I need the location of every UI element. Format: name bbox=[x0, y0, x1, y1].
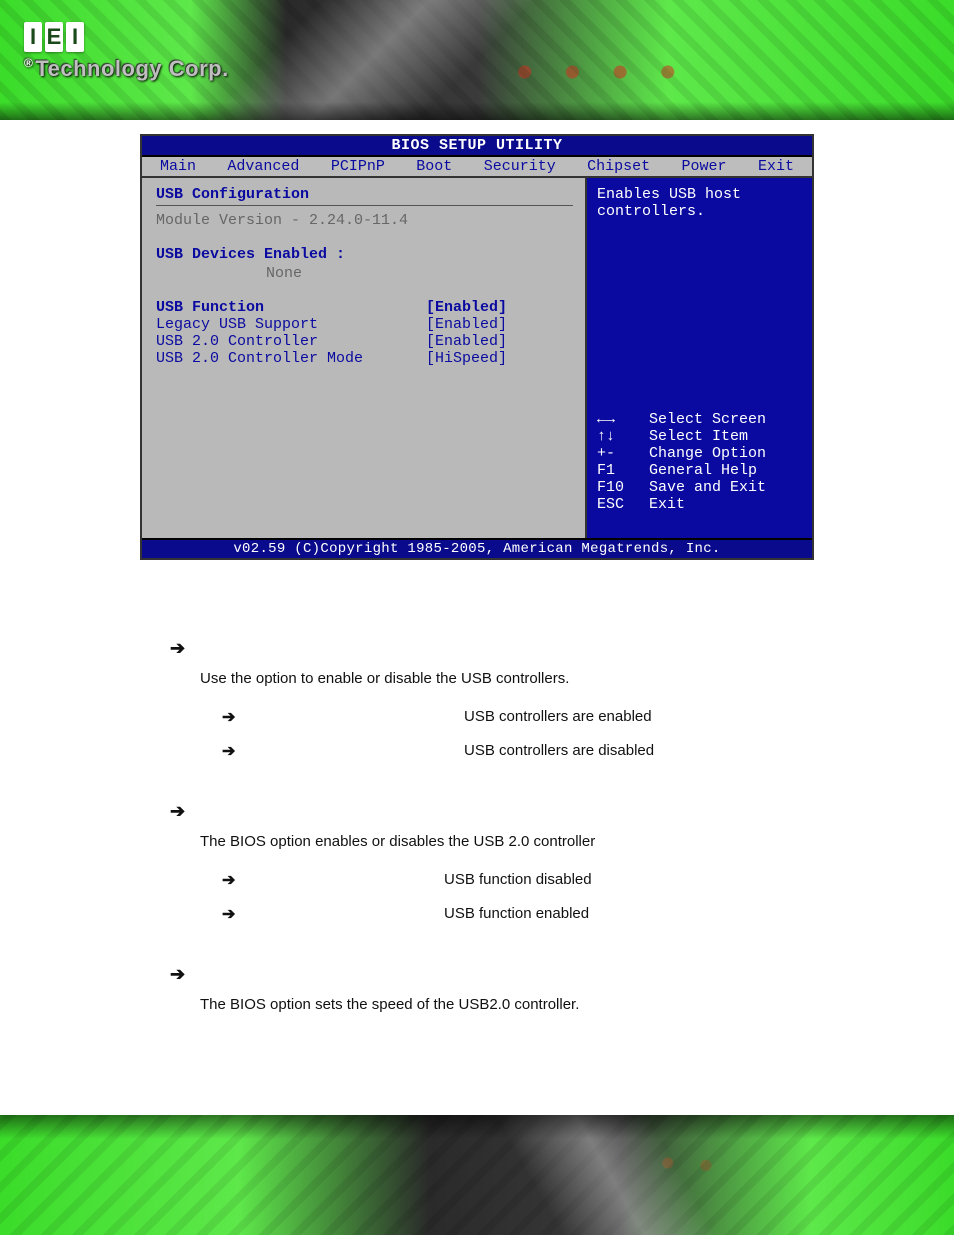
text: BIOS option sets the speed of the USB2.0… bbox=[230, 996, 579, 1013]
option-desc: USB function enabled bbox=[444, 903, 894, 926]
bios-right-pane: Enables USB host controllers. ←→ Select S… bbox=[587, 178, 812, 538]
bios-menu-exit[interactable]: Exit bbox=[758, 158, 794, 175]
logo-text: Technology Corp. bbox=[35, 56, 228, 81]
key-desc: Select Screen bbox=[649, 411, 766, 428]
option-row: ➔ Disabled USB controllers are disabled bbox=[222, 740, 894, 764]
arrow-right-icon: ➔ bbox=[170, 798, 185, 825]
bios-devices-value: None bbox=[156, 265, 573, 282]
bios-footer: v02.59 (C)Copyright 1985-2005, American … bbox=[142, 538, 812, 558]
bios-option-row[interactable]: Legacy USB Support [Enabled] bbox=[156, 316, 573, 333]
bios-option-label: USB Function bbox=[156, 299, 426, 316]
bios-title: BIOS SETUP UTILITY bbox=[142, 136, 812, 157]
bios-option-row[interactable]: USB 2.0 Controller Mode [HiSpeed] bbox=[156, 350, 573, 367]
key-desc: Select Item bbox=[649, 428, 748, 445]
option-row: ➔ Enabled (Default) USB controllers are … bbox=[222, 706, 894, 730]
option-desc: USB controllers are disabled bbox=[464, 740, 894, 763]
key-desc: Exit bbox=[649, 496, 685, 513]
heading-usb2-controller-mode: ➔ USB2.0 Controller Mode [HiSpeed] bbox=[170, 961, 894, 984]
paragraph: The BIOS option enables or disables the … bbox=[200, 831, 894, 854]
bios-menu-boot[interactable]: Boot bbox=[416, 158, 452, 175]
bios-section-header: USB Configuration bbox=[156, 186, 573, 203]
bottom-banner bbox=[0, 1115, 954, 1235]
bios-option-label: USB 2.0 Controller bbox=[156, 333, 426, 350]
text: BIOS option enables or disables the USB … bbox=[230, 833, 595, 850]
bios-menu-chipset[interactable]: Chipset bbox=[587, 158, 650, 175]
arrow-right-icon: ➔ bbox=[222, 903, 248, 927]
arrow-right-icon: ➔ bbox=[170, 635, 185, 662]
text: The bbox=[200, 996, 230, 1013]
bios-option-value: [Enabled] bbox=[426, 299, 507, 316]
top-banner: I E I ®Technology Corp. bbox=[0, 0, 954, 120]
arrow-right-icon: ➔ bbox=[222, 869, 248, 893]
arrow-right-icon: ➔ bbox=[222, 740, 248, 764]
bios-menu-main[interactable]: Main bbox=[160, 158, 196, 175]
heading-usb2-controller: ➔ USB 2.0 Controller [Enabled] bbox=[170, 798, 894, 821]
logo-letter: I bbox=[66, 22, 84, 52]
bios-menu-security[interactable]: Security bbox=[484, 158, 556, 175]
key-hint: F10 bbox=[597, 479, 641, 496]
key-desc: Change Option bbox=[649, 445, 766, 462]
option-desc: USB controllers are enabled bbox=[464, 706, 894, 729]
bios-menubar: Main Advanced PCIPnP Boot Security Chips… bbox=[142, 157, 812, 178]
bios-option-label: USB 2.0 Controller Mode bbox=[156, 350, 426, 367]
bios-help-description: Enables USB host controllers. bbox=[597, 186, 802, 220]
divider bbox=[156, 205, 573, 206]
text: Use the bbox=[200, 670, 256, 687]
logo-technology-corp: ®Technology Corp. bbox=[24, 56, 229, 82]
key-hint: F1 bbox=[597, 462, 641, 479]
bios-menu-power[interactable]: Power bbox=[682, 158, 727, 175]
brand-logo: I E I ®Technology Corp. bbox=[24, 22, 229, 82]
heading-usb-function: ➔ USB Function [Enabled] bbox=[170, 635, 894, 658]
bios-option-value: [HiSpeed] bbox=[426, 350, 507, 367]
logo-iei: I E I bbox=[24, 22, 229, 52]
key-desc: Save and Exit bbox=[649, 479, 766, 496]
bios-devices-label: USB Devices Enabled : bbox=[156, 246, 573, 263]
bios-option-value: [Enabled] bbox=[426, 333, 507, 350]
bios-option-label: Legacy USB Support bbox=[156, 316, 426, 333]
logo-letter: I bbox=[24, 22, 42, 52]
bios-left-pane: USB Configuration Module Version - 2.24.… bbox=[142, 178, 587, 538]
key-hint: +- bbox=[597, 445, 641, 462]
paragraph: Use the option to enable or disable the … bbox=[200, 668, 894, 691]
bios-option-value: [Enabled] bbox=[426, 316, 507, 333]
option-row: ➔ Disabled USB function disabled bbox=[222, 869, 894, 893]
option-desc: USB function disabled bbox=[444, 869, 894, 892]
arrow-right-icon: ➔ bbox=[170, 961, 185, 988]
bios-menu-pcipnp[interactable]: PCIPnP bbox=[331, 158, 385, 175]
arrow-right-icon: ➔ bbox=[222, 706, 248, 730]
bios-option-row[interactable]: USB 2.0 Controller [Enabled] bbox=[156, 333, 573, 350]
paragraph: The BIOS option sets the speed of the US… bbox=[200, 994, 894, 1017]
key-desc: General Help bbox=[649, 462, 757, 479]
key-hint: ←→ bbox=[597, 411, 641, 428]
bios-screenshot: BIOS SETUP UTILITY Main Advanced PCIPnP … bbox=[140, 134, 814, 560]
option-row: ➔ Enabled (Default) USB function enabled bbox=[222, 903, 894, 927]
text: option to enable or disable the USB cont… bbox=[256, 670, 570, 687]
bios-module-version: Module Version - 2.24.0-11.4 bbox=[156, 212, 573, 229]
bios-help-keys: ←→ Select Screen ↑↓ Select Item +- Change O… bbox=[597, 411, 802, 530]
document-body: ➔ USB Function [Enabled] Use the option … bbox=[0, 635, 954, 1016]
key-hint: ESC bbox=[597, 496, 641, 513]
text: The bbox=[200, 833, 230, 850]
key-hint: ↑↓ bbox=[597, 428, 641, 445]
logo-letter: E bbox=[45, 22, 63, 52]
bios-option-row[interactable]: USB Function [Enabled] bbox=[156, 299, 573, 316]
registered-mark: ® bbox=[24, 56, 33, 70]
bios-menu-advanced[interactable]: Advanced bbox=[227, 158, 299, 175]
